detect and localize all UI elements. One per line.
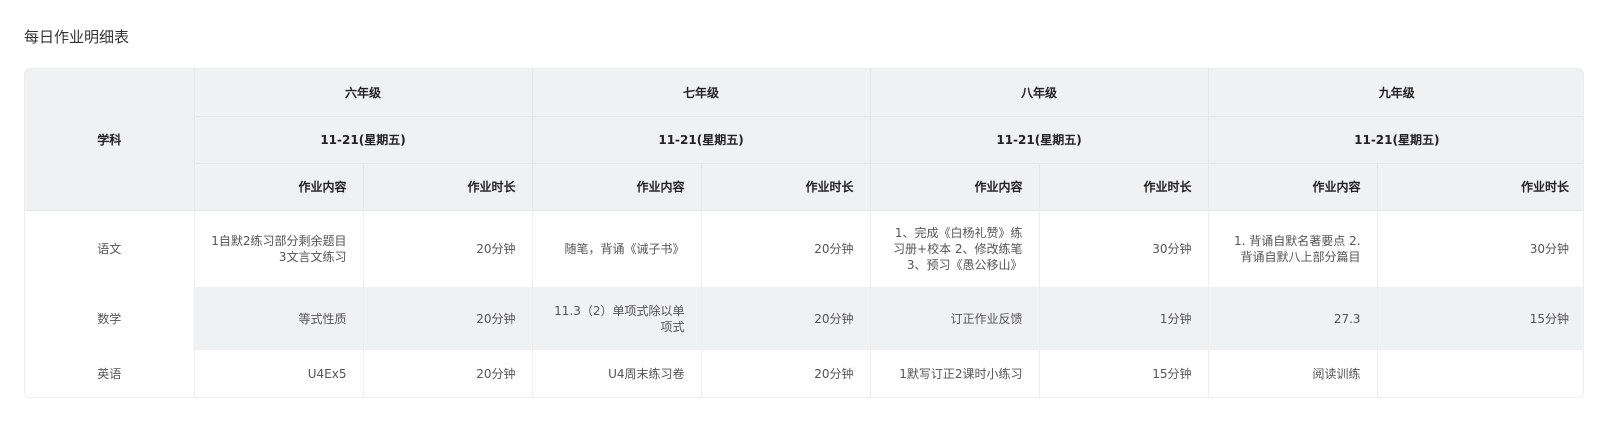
date-header-9: 11-21(星期五) — [1208, 116, 1583, 164]
homework-table-grid: 学科 六年级 七年级 八年级 九年级 11-21(星期五) 11-21(星期五)… — [25, 69, 1583, 397]
content-text: 1默写订正2课时小练习 — [899, 366, 1023, 381]
content-column-header: 作业内容 — [194, 163, 364, 211]
subject-cell: 英语 — [25, 350, 195, 397]
content-cell: 27.3 — [1208, 287, 1378, 350]
content-text: U4周末练习卷 — [608, 366, 685, 381]
content-cell: U4Ex5 — [194, 350, 364, 397]
duration-column-header: 作业时长 — [1377, 163, 1583, 211]
content-text: 订正作业反馈 — [950, 311, 1023, 326]
content-text: 等式性质 — [298, 311, 347, 326]
content-cell: 阅读训练 — [1208, 350, 1378, 397]
content-cell: 1. 背诵自默名著要点 2. 背诵自默八上部分篇目 — [1208, 210, 1378, 287]
duration-cell: 20分钟 — [701, 210, 871, 287]
content-text: 11.3（2）单项式除以单项式 — [554, 303, 685, 334]
duration-cell: 20分钟 — [701, 287, 871, 350]
content-cell: 等式性质 — [194, 287, 364, 350]
content-cell: 1自默2练习部分剩余题目3文言文练习 — [194, 210, 364, 287]
duration-cell: 20分钟 — [363, 287, 533, 350]
content-text: 1、完成《白杨礼赞》练习册+校本 2、修改练笔 3、预习《愚公移山》 — [893, 225, 1023, 272]
grade-header-6: 六年级 — [194, 69, 533, 117]
subject-column-header: 学科 — [25, 69, 195, 211]
content-column-header: 作业内容 — [532, 163, 702, 211]
duration-cell: 15分钟 — [1039, 350, 1209, 397]
subject-cell: 数学 — [25, 287, 195, 350]
duration-cell — [1377, 350, 1583, 397]
grade-header-9: 九年级 — [1208, 69, 1583, 117]
content-cell: 订正作业反馈 — [870, 287, 1040, 350]
table-row: 语文 1自默2练习部分剩余题目3文言文练习 20分钟 随笔，背诵《诫子书》 20… — [25, 210, 1583, 287]
content-cell: 1默写订正2课时小练习 — [870, 350, 1040, 397]
content-column-header: 作业内容 — [1208, 163, 1378, 211]
duration-cell: 20分钟 — [701, 350, 871, 397]
duration-cell: 20分钟 — [363, 210, 533, 287]
date-header-8: 11-21(星期五) — [870, 116, 1209, 164]
content-column-header: 作业内容 — [870, 163, 1040, 211]
content-text: 阅读训练 — [1312, 366, 1361, 381]
duration-column-header: 作业时长 — [363, 163, 533, 211]
content-text: U4Ex5 — [307, 366, 347, 381]
duration-cell: 15分钟 — [1377, 287, 1583, 350]
subject-cell: 语文 — [25, 210, 195, 287]
duration-cell: 20分钟 — [363, 350, 533, 397]
content-cell: 11.3（2）单项式除以单项式 — [532, 287, 702, 350]
table-row: 数学 等式性质 20分钟 11.3（2）单项式除以单项式 20分钟 订正作业反馈… — [25, 287, 1583, 350]
duration-column-header: 作业时长 — [1039, 163, 1209, 211]
page-title: 每日作业明细表 — [24, 28, 130, 46]
duration-cell: 30分钟 — [1039, 210, 1209, 287]
content-text: 随笔，背诵《诫子书》 — [564, 241, 685, 256]
content-text: 1自默2练习部分剩余题目3文言文练习 — [211, 233, 347, 264]
content-cell: U4周末练习卷 — [532, 350, 702, 397]
date-header-7: 11-21(星期五) — [532, 116, 871, 164]
grade-header-7: 七年级 — [532, 69, 871, 117]
duration-cell: 30分钟 — [1529, 241, 1570, 256]
date-header-6: 11-21(星期五) — [194, 116, 533, 164]
content-text: 27.3 — [1333, 311, 1361, 326]
content-cell: 随笔，背诵《诫子书》 — [532, 210, 702, 287]
duration-cell: 1分钟 — [1039, 287, 1209, 350]
content-text: 1. 背诵自默名著要点 2. 背诵自默八上部分篇目 — [1234, 233, 1361, 264]
table-row: 英语 U4Ex5 20分钟 U4周末练习卷 20分钟 1默写订正2课时小练习 1… — [25, 350, 1583, 397]
homework-table: 学科 六年级 七年级 八年级 九年级 11-21(星期五) 11-21(星期五)… — [24, 68, 1584, 398]
duration-column-header: 作业时长 — [701, 163, 871, 211]
content-cell: 1、完成《白杨礼赞》练习册+校本 2、修改练笔 3、预习《愚公移山》 — [870, 210, 1040, 287]
grade-header-8: 八年级 — [870, 69, 1209, 117]
